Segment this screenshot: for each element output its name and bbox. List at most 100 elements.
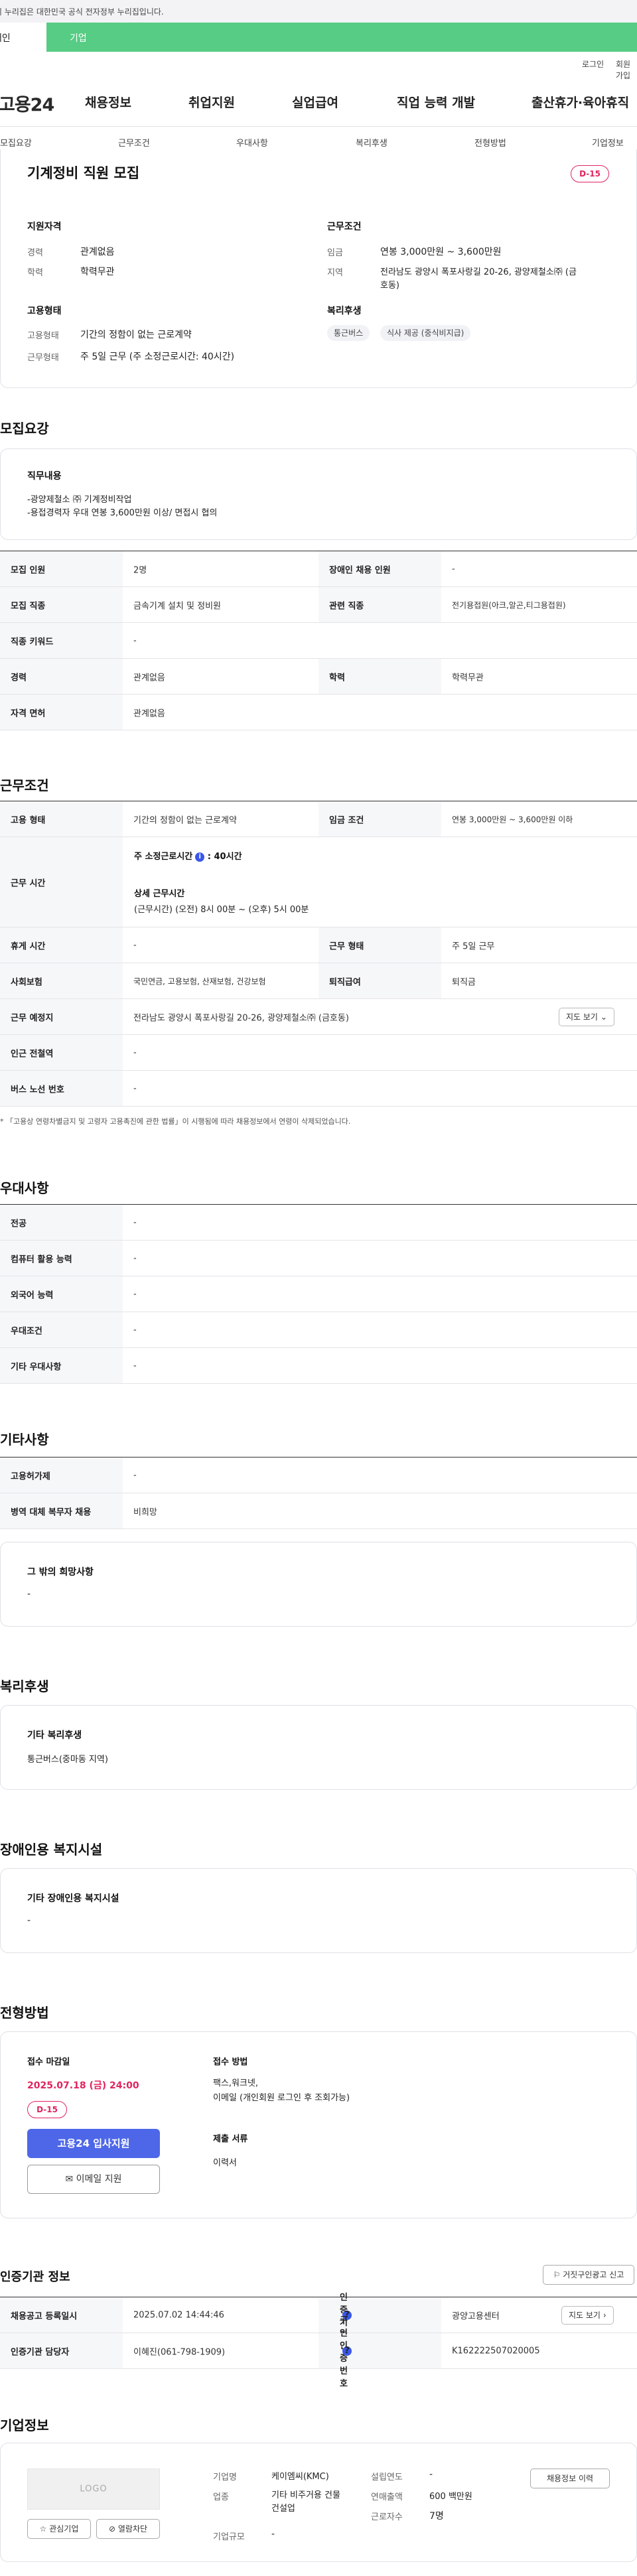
section-selection-heading: 전형방법 — [0, 2005, 49, 2021]
subnav-company[interactable]: 기업정보 — [592, 136, 624, 149]
table-row: 모집 인원 2명 장애인 채용 인원 - — [0, 551, 637, 587]
table-row: 고용 형태 기간의 정함이 없는 근로계약 임금 조건 연봉 3,000만원 ~… — [0, 801, 637, 837]
table-cell: - — [133, 636, 137, 645]
qual-label: 경력 — [27, 248, 43, 258]
favorite-company-button[interactable]: ☆ 관심기업 — [27, 2519, 91, 2539]
block-icon: ⊘ — [108, 2524, 116, 2534]
table-header: 자격 면허 — [0, 695, 123, 730]
method-value: 팩스,워크넷, — [213, 2078, 259, 2088]
table-row: 모집 직종 금속기계 설치 및 정비원 관련 직종 전기용접원(아크,알곤,티그… — [0, 587, 637, 623]
table-row: 병역 대체 복무자 채용 비희망 — [0, 1493, 637, 1529]
subnav-work[interactable]: 근무조건 — [118, 136, 150, 149]
table-cell: 학력무관 — [452, 673, 484, 683]
subnav-prefer[interactable]: 우대사항 — [236, 136, 268, 149]
table-row: 버스 노선 번호 - — [0, 1071, 637, 1107]
method-label: 접수 방법 — [213, 2057, 248, 2067]
duty-heading: 직무내용 — [27, 471, 62, 482]
duty-line: -광양제철소 ㈜ 기계정비작업 — [27, 495, 132, 505]
recruit-table: 모집 인원 2명 장애인 채용 인원 - 모집 직종 금속기계 설치 및 정비원… — [0, 551, 637, 730]
table-header: 휴게 시간 — [0, 927, 123, 963]
table-cell: - — [133, 1048, 137, 1057]
weekly-hours-label: 주 소정근로시간 i : 40시간 — [134, 852, 242, 862]
company-field-label: 근로자수 — [371, 2512, 403, 2522]
table-cell: 이혜진(061-798-1909) — [133, 2347, 226, 2357]
company-field-label: 연매출액 — [371, 2492, 403, 2502]
table-header: 인증기관 담당자 — [0, 2333, 123, 2368]
qual-value: 학력무관 — [80, 267, 115, 277]
map-button[interactable]: 지도 보기 › — [561, 2306, 614, 2325]
mail-icon: ✉ — [65, 2174, 74, 2185]
other-wishes-value: - — [27, 1589, 31, 1599]
work-table: 고용 형태 기간의 정함이 없는 근로계약 임금 조건 연봉 3,000만원 ~… — [0, 801, 637, 1107]
table-cell: 관계없음 — [133, 673, 165, 683]
table-header: 임금 조건 — [318, 801, 441, 837]
cond-label: 지역 — [327, 268, 343, 278]
subnav-recruit[interactable]: 모집요강 — [0, 136, 32, 149]
job-history-button[interactable]: 채용정보 이력 — [530, 2469, 610, 2488]
qual-value: 관계없음 — [80, 247, 115, 257]
table-cell: 비희망 — [133, 1507, 157, 1517]
cond-heading: 근무조건 — [327, 222, 362, 232]
report-fake-ad-button[interactable]: ⚐ 거짓구인광고 신고 — [543, 2265, 634, 2285]
chevron-down-icon: ⌄ — [600, 1012, 607, 1022]
cond-value: 연봉 3,000만원 ~ 3,600만원 — [380, 247, 502, 257]
job-title: 기계정비 직원 모집 — [27, 165, 140, 181]
table-header: 컴퓨터 활용 능력 — [0, 1241, 123, 1276]
cond-value: 호동) — [380, 281, 399, 291]
emp-value: 주 5일 근무 (주 소정근로시간: 40시간) — [80, 352, 235, 362]
table-cell: 광양고용센터 — [452, 2311, 500, 2321]
join-link[interactable]: 회원가입 — [616, 58, 637, 81]
gnb-parental-leave[interactable]: 출산휴가·육아휴직 — [531, 93, 629, 111]
table-cell: 관계없음 — [133, 709, 165, 718]
section-recruit-heading: 모집요강 — [0, 421, 49, 437]
info-icon[interactable]: ? — [342, 2346, 352, 2356]
section-welfare-heading: 복리후생 — [0, 1678, 49, 1694]
table-header: 병역 대체 복무자 채용 — [0, 1493, 123, 1528]
table-header: 전공 — [0, 1205, 123, 1240]
table-row: 인증기관 담당자 이혜진(061-798-1909) 구인인증번호? K1622… — [0, 2316, 637, 2389]
chevron-right-icon: › — [602, 2311, 606, 2320]
other-wishes-heading: 그 밖의 희망사항 — [27, 1567, 94, 1578]
company-field-value: 600 백만원 — [429, 2492, 472, 2502]
table-header: 인증기관? — [318, 2293, 441, 2340]
cond-label: 임금 — [327, 248, 343, 258]
table-cell: 금속기계 설치 및 정비원 — [133, 601, 221, 611]
welfare-box-value: 통근버스(중마동 지역) — [27, 1755, 108, 1765]
table-cell: - — [133, 1217, 137, 1227]
tab-corporate[interactable]: 기업 — [70, 31, 87, 44]
nav-divider — [0, 126, 637, 127]
table-header: 직종 키워드 — [0, 623, 123, 658]
section-etc-heading: 기타사항 — [0, 1432, 49, 1448]
gnb-jobs[interactable]: 채용정보 — [85, 93, 131, 111]
table-cell: 퇴직금 — [452, 977, 476, 987]
table-header: 외국어 능력 — [0, 1276, 123, 1312]
login-link[interactable]: 로그인 — [582, 58, 604, 70]
block-view-button[interactable]: ⊘ 열람차단 — [96, 2519, 160, 2539]
gnb-unemployment-benefit[interactable]: 실업급여 — [292, 93, 338, 111]
site-logo[interactable]: 고용24 — [0, 90, 54, 116]
subnav-welfare[interactable]: 복리후생 — [356, 136, 388, 149]
email-apply-button[interactable]: ✉ 이메일 지원 — [27, 2165, 160, 2194]
emp-value: 기간의 정함이 없는 근로계약 — [80, 330, 192, 340]
selection-box: 접수 마감일 2025.07.18 (금) 24:00 D-15 고용24 입사… — [0, 2031, 637, 2218]
gnb-vocational-training[interactable]: 직업 능력 개발 — [397, 93, 475, 111]
tab-individual[interactable]: 개인 — [0, 23, 46, 52]
table-header: 모집 인원 — [0, 551, 123, 586]
map-button[interactable]: 지도 보기 ⌄ — [559, 1008, 614, 1026]
table-header: 근무 예정지 — [0, 999, 123, 1034]
subnav-selection[interactable]: 전형방법 — [474, 136, 506, 149]
gnb-employment-support[interactable]: 취업지원 — [188, 93, 235, 111]
info-icon[interactable]: i — [195, 852, 205, 862]
apply-button[interactable]: 고용24 입사지원 — [27, 2129, 160, 2158]
gov-banner: 이 누리집은 대한민국 공식 전자정부 누리집입니다. — [0, 0, 637, 23]
table-row: 자격 면허 관계없음 — [0, 695, 637, 730]
job-summary-card: 기계정비 직원 모집 D-15 지원자격 경력 관계없음 학력 학력무관 고용형… — [0, 149, 637, 388]
table-row: 우대조건 - — [0, 1312, 637, 1348]
table-header: 우대조건 — [0, 1312, 123, 1347]
table-header: 모집 직종 — [0, 587, 123, 622]
table-row: 고용허가제 - — [0, 1457, 637, 1493]
other-wishes-box: 그 밖의 희망사항 - — [0, 1542, 637, 1627]
method-value: 이메일 (개인회원 로그인 후 조회가능) — [213, 2093, 350, 2103]
table-header: 인근 전철역 — [0, 1035, 123, 1070]
deadline-label: 접수 마감일 — [27, 2057, 70, 2067]
